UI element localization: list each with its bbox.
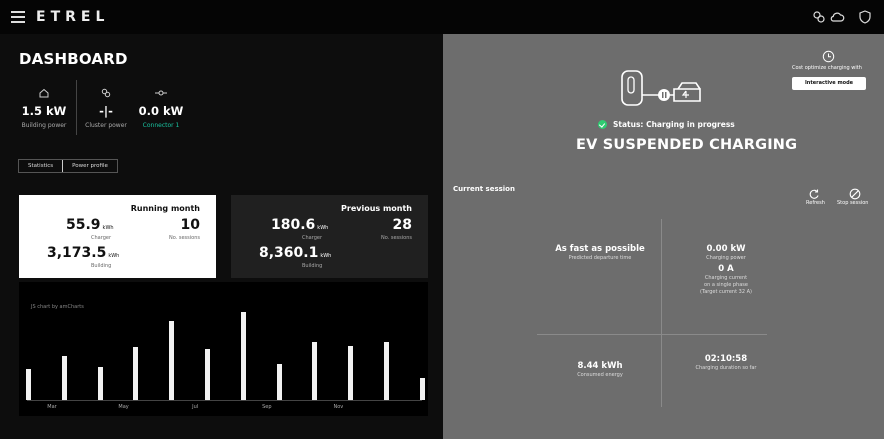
energy-bar-chart: JS chart by amCharts Mar May Jul Sep Nov bbox=[19, 282, 428, 416]
interactive-mode-button[interactable]: Interactive mode bbox=[792, 77, 866, 90]
previous-sessions-value: 28 bbox=[392, 217, 412, 233]
stop-icon[interactable] bbox=[849, 185, 861, 200]
top-bar: ETREL bbox=[0, 0, 884, 34]
charging-status: Status: Charging in progress bbox=[598, 120, 735, 129]
current-session-title: Current session bbox=[453, 185, 515, 193]
kpi-divider bbox=[76, 80, 77, 135]
view-tabs: Statistics Power profile bbox=[18, 159, 118, 173]
tab-power-profile[interactable]: Power profile bbox=[63, 160, 117, 172]
chart-bar[interactable] bbox=[312, 342, 318, 400]
chart-bar[interactable] bbox=[276, 364, 282, 400]
chart-bar[interactable] bbox=[97, 367, 103, 400]
chart-x-tick-label: Sep bbox=[262, 404, 272, 410]
tab-statistics[interactable]: Statistics bbox=[19, 160, 64, 172]
charging-power-metric: 0.00 kW Charging power bbox=[706, 244, 746, 261]
chart-x-tick-label: May bbox=[118, 404, 129, 410]
previous-month-card: Previous month 180.6 kWh Charger 28 No. s… bbox=[231, 195, 428, 278]
consumed-energy-metric: 8.44 kWh Consumed energy bbox=[577, 361, 623, 378]
session-grid-divider bbox=[661, 219, 662, 407]
charging-current-metric: 0 A Charging current on a single phase (… bbox=[700, 264, 752, 295]
cluster-icon bbox=[82, 84, 130, 102]
chart-bar[interactable] bbox=[384, 342, 389, 400]
chart-bar[interactable] bbox=[205, 349, 210, 400]
departure-mode-metric: As fast as possible Predicted departure … bbox=[555, 244, 645, 261]
session-grid-divider bbox=[537, 334, 767, 335]
charging-duration-metric: 02:10:58 Charging duration so far bbox=[695, 354, 757, 371]
previous-charger-value: 180.6 kWh bbox=[271, 217, 329, 233]
connector-icon bbox=[137, 84, 185, 102]
chart-x-axis bbox=[27, 400, 422, 401]
chart-bar[interactable] bbox=[419, 378, 425, 400]
kpi-connector-power[interactable]: 0.0 kW Connector 1 bbox=[137, 84, 185, 129]
refresh-button[interactable]: Refresh bbox=[806, 200, 825, 206]
previous-building-value: 8,360.1 kWh bbox=[259, 245, 332, 261]
chart-bar[interactable] bbox=[169, 321, 175, 400]
charging-state: EV SUSPENDED CHARGING bbox=[576, 137, 798, 153]
chart-bar[interactable] bbox=[348, 346, 354, 400]
kpi-cluster-power: -|- Cluster power bbox=[82, 84, 130, 129]
running-sessions-value: 10 bbox=[180, 217, 200, 233]
clock-icon bbox=[822, 48, 835, 63]
chart-bar[interactable] bbox=[61, 356, 67, 400]
chart-bar[interactable] bbox=[26, 369, 31, 400]
chart-x-tick-label: Jul bbox=[192, 404, 199, 410]
chart-bar[interactable] bbox=[133, 347, 139, 400]
house-icon bbox=[18, 84, 70, 102]
running-month-card: Running month 55.9 kWh Charger 10 No. ses… bbox=[19, 195, 216, 278]
menu-icon[interactable] bbox=[11, 11, 25, 23]
etrel-logo: ETREL bbox=[36, 9, 110, 25]
chart-x-tick-label: Mar bbox=[47, 404, 57, 410]
chart-credit[interactable]: JS chart by amCharts bbox=[31, 304, 84, 310]
chart-bar[interactable] bbox=[240, 312, 246, 400]
cluster-icon[interactable] bbox=[811, 9, 827, 25]
check-icon bbox=[598, 120, 607, 129]
cloud-icon[interactable] bbox=[829, 9, 845, 25]
chart-x-tick-label: Nov bbox=[333, 404, 344, 410]
kpi-building-power: 1.5 kW Building power bbox=[18, 84, 70, 129]
shield-icon[interactable] bbox=[857, 9, 873, 25]
refresh-icon[interactable] bbox=[808, 185, 820, 199]
cost-optimize-label: Cost optimize charging with bbox=[792, 65, 862, 71]
running-charger-value: 55.9 kWh bbox=[66, 217, 114, 233]
running-building-value: 3,173.5 kWh bbox=[47, 245, 120, 261]
page-title: DASHBOARD bbox=[19, 50, 128, 68]
charging-car-graphic bbox=[621, 70, 701, 106]
stop-session-button[interactable]: Stop session bbox=[837, 200, 868, 206]
